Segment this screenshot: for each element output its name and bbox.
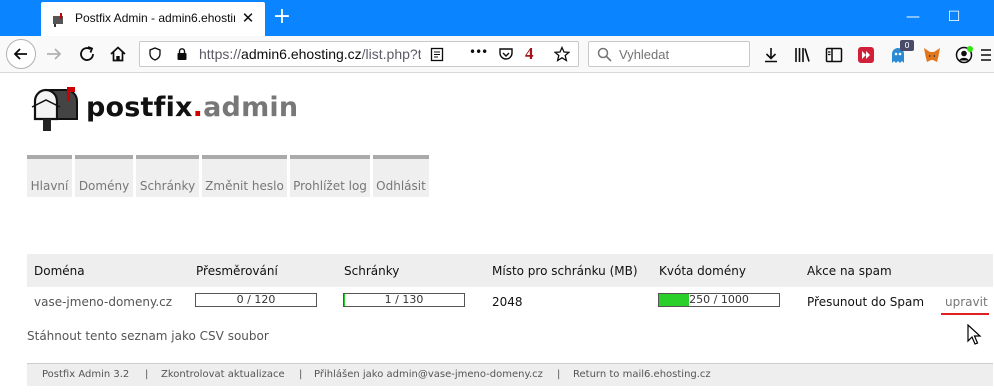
column-header-domain[interactable]: Doména (34, 264, 85, 278)
back-arrow-icon (13, 48, 27, 60)
metamask-fox-icon[interactable] (922, 45, 942, 65)
url-text[interactable]: https://admin6.ehosting.cz/list.php?t (199, 46, 421, 62)
domain-quota-value: 250 / 1000 (689, 293, 749, 306)
column-header-mailbox-space[interactable]: Místo pro schránku (MB) (492, 264, 638, 278)
pocket-count-badge: 4 (525, 44, 534, 63)
footer-separator: | (557, 369, 561, 380)
account-icon[interactable] (954, 45, 974, 65)
footer-version-link[interactable]: Postfix Admin 3.2 (42, 369, 129, 380)
postfix-mailbox-logo-icon (31, 87, 78, 131)
search-icon (597, 47, 612, 62)
column-header-mailboxes[interactable]: Schránky (344, 264, 399, 278)
url-prefix: https:// (199, 46, 242, 62)
lock-icon[interactable] (175, 47, 189, 61)
sidebar-icon[interactable] (824, 45, 844, 65)
footer-separator: | (145, 369, 149, 380)
new-tab-icon[interactable]: + (272, 6, 292, 28)
url-path: /list.php?t (361, 46, 421, 62)
mailbox-favicon-icon (53, 13, 63, 27)
browser-tab[interactable]: Postfix Admin - admin6.ehosting.cz ✕ (41, 2, 265, 36)
reload-icon[interactable] (74, 41, 100, 67)
mouse-cursor-icon (967, 324, 982, 345)
forward-arrow-icon[interactable] (41, 41, 67, 67)
csv-download-link[interactable]: Stáhnout tento seznam jako CSV soubor (27, 329, 269, 343)
back-button[interactable] (6, 39, 36, 69)
mailbox-space-value: 2048 (492, 295, 523, 309)
extension-badge: 0 (900, 40, 914, 51)
menu-item-prohlizet-log[interactable]: Prohlížet log (290, 155, 370, 197)
aliases-count: 0 / 120 (236, 293, 276, 306)
logo-dot: . (192, 92, 204, 123)
reader-view-icon[interactable] (430, 47, 444, 62)
domain-quota-progress-bar: 250 / 1000 (658, 293, 780, 307)
url-host: admin6.ehosting.cz (241, 46, 362, 62)
edit-link-underline (941, 313, 989, 315)
footer-logged-in-text: Přihlášen jako admin@vase-jmeno-domeny.c… (314, 369, 543, 380)
logo-postfix-text: postfix (86, 92, 193, 123)
menu-item-zmenit-heslo[interactable]: Změnit heslo (202, 155, 287, 197)
page-actions-icon[interactable]: ••• (469, 45, 488, 59)
column-header-spam-action[interactable]: Akce na spam (807, 264, 892, 278)
library-icon[interactable] (792, 45, 812, 65)
bookmark-star-icon[interactable] (554, 46, 570, 62)
menu-overflow-icon[interactable] (979, 45, 994, 65)
video-extension-icon[interactable] (856, 45, 876, 65)
downloads-icon[interactable] (761, 45, 781, 65)
mailboxes-count: 1 / 130 (384, 293, 424, 306)
search-bar[interactable]: Vyhledat (588, 41, 750, 67)
menu-item-schranky[interactable]: Schránky (136, 155, 199, 197)
menu-item-odhlasit[interactable]: Odhlásit (373, 155, 429, 197)
maximize-icon[interactable]: ☐ (945, 9, 963, 27)
tab-title: Postfix Admin - admin6.ehosting.cz (75, 11, 235, 25)
search-input[interactable]: Vyhledat (619, 47, 669, 62)
menu-item-hlavni[interactable]: Hlavní (27, 155, 72, 197)
spam-action-value: Přesunout do Spam (807, 295, 925, 309)
logo-admin-text: admin (203, 92, 299, 123)
minimize-icon[interactable]: — (904, 9, 922, 27)
shield-icon[interactable] (148, 47, 162, 61)
browser-title-bar: Postfix Admin - admin6.ehosting.cz ✕ + —… (0, 0, 994, 36)
edit-link[interactable]: upravit (945, 295, 988, 309)
footer-check-updates-link[interactable]: Zkontrolovat aktualizace (161, 369, 285, 380)
home-icon[interactable] (105, 41, 131, 67)
menu-item-domeny[interactable]: Domény (75, 155, 133, 197)
footer: Postfix Admin 3.2 | Zkontrolovat aktuali… (27, 363, 993, 386)
footer-return-link[interactable]: Return to mail6.ehosting.cz (573, 369, 711, 380)
column-header-aliases[interactable]: Přesměrování (196, 264, 278, 278)
browser-nav-bar: https://admin6.ehosting.cz/list.php?t ••… (0, 36, 994, 73)
column-header-domain-quota[interactable]: Kvóta domény (659, 264, 746, 278)
domain-link[interactable]: vase-jmeno-domeny.cz (34, 295, 172, 309)
postfixadmin-logo[interactable]: postfix.admin (86, 92, 298, 123)
tab-close-icon[interactable]: ✕ (239, 9, 257, 27)
domain-table-header: Doména Přesměrování Schránky Místo pro s… (27, 254, 993, 287)
mailboxes-progress-bar: 1 / 130 (343, 293, 465, 307)
pocket-icon[interactable] (498, 46, 514, 62)
url-bar[interactable]: https://admin6.ehosting.cz/list.php?t ••… (139, 41, 579, 67)
aliases-progress-bar: 0 / 120 (195, 293, 317, 307)
footer-separator: | (299, 369, 303, 380)
